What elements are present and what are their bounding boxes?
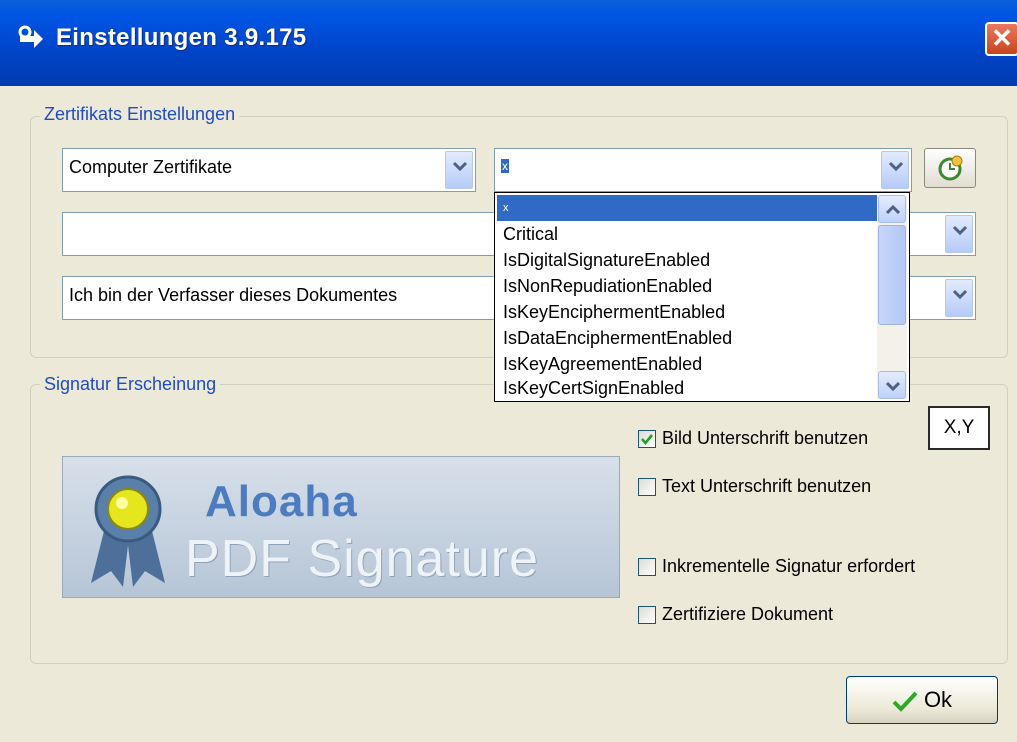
text-signature-label: Text Unterschrift benutzen [662, 476, 872, 496]
chevron-down-icon[interactable] [881, 151, 909, 189]
certificate-filter-combo[interactable]: x [494, 148, 912, 192]
scrollbar-thumb[interactable] [878, 225, 906, 325]
chevron-down-icon[interactable] [945, 215, 973, 253]
chevron-down-icon [886, 381, 900, 391]
signature-appearance-label: Signatur Erscheinung [40, 374, 221, 395]
dropdown-scrollbar[interactable] [877, 195, 907, 399]
check-mark-icon [892, 691, 918, 713]
scroll-up-button[interactable] [878, 195, 906, 223]
dropdown-item[interactable]: Critical [497, 221, 877, 247]
check-mark-icon [641, 433, 654, 445]
incremental-signature-checkbox[interactable]: Inkrementelle Signatur erfordert [638, 556, 915, 577]
close-button[interactable]: ✕ [985, 22, 1017, 56]
ok-button[interactable]: Ok [846, 676, 998, 724]
role-value: Ich bin der Verfasser dieses Dokumentes [69, 285, 398, 305]
text-signature-checkbox[interactable]: Text Unterschrift benutzen [638, 476, 871, 497]
chevron-down-icon[interactable] [445, 151, 473, 189]
checkbox-box[interactable] [638, 429, 656, 448]
certificate-store-combo[interactable]: Computer Zertifikate [62, 148, 476, 192]
image-signature-label: Bild Unterschrift benutzen [662, 428, 869, 448]
ok-button-label: Ok [923, 687, 953, 712]
image-signature-checkbox[interactable]: Bild Unterschrift benutzen [638, 428, 868, 449]
chevron-up-icon [886, 205, 900, 215]
logo-line-1: Aloaha [205, 477, 358, 526]
dropdown-item[interactable]: IsKeyEnciphermentEnabled [497, 299, 877, 325]
certificate-store-value: Computer Zertifikate [69, 157, 233, 177]
scroll-down-button[interactable] [878, 371, 906, 399]
certify-document-label: Zertifiziere Dokument [662, 604, 834, 624]
dropdown-item[interactable]: IsDigitalSignatureEnabled [497, 247, 877, 273]
dropdown-item[interactable]: IsDataEnciphermentEnabled [497, 325, 877, 351]
checkbox-box[interactable] [638, 557, 656, 576]
certificate-refresh-icon [938, 155, 963, 181]
checkbox-box[interactable] [638, 477, 656, 496]
incremental-signature-label: Inkrementelle Signatur erfordert [662, 556, 916, 576]
certificate-filter-value: x [501, 159, 509, 173]
logo-line-2: PDF Signature [185, 530, 540, 588]
xy-position-button[interactable]: X,Y [928, 406, 990, 450]
app-icon [18, 25, 43, 48]
aloaha-logo-image: Aloaha PDF Signature [62, 456, 620, 598]
dropdown-item[interactable]: x [497, 195, 877, 221]
dropdown-item[interactable]: IsNonRepudiationEnabled [497, 273, 877, 299]
title-bar: Einstellungen 3.9.175 ✕ [0, 0, 1017, 86]
chevron-down-icon[interactable] [945, 279, 973, 317]
award-ribbon-icon [91, 475, 165, 587]
checkbox-box[interactable] [638, 605, 656, 624]
filter-dropdown-list[interactable]: x Critical IsDigitalSignatureEnabled IsN… [494, 192, 910, 402]
certificate-refresh-button[interactable] [924, 148, 976, 188]
dropdown-item[interactable]: IsKeyCertSignEnabled [497, 375, 877, 401]
dropdown-item[interactable]: IsKeyAgreementEnabled [497, 351, 877, 377]
window-title: Einstellungen 3.9.175 [56, 24, 307, 51]
certificate-settings-label: Zertifikats Einstellungen [40, 104, 240, 125]
certify-document-checkbox[interactable]: Zertifiziere Dokument [638, 604, 833, 625]
